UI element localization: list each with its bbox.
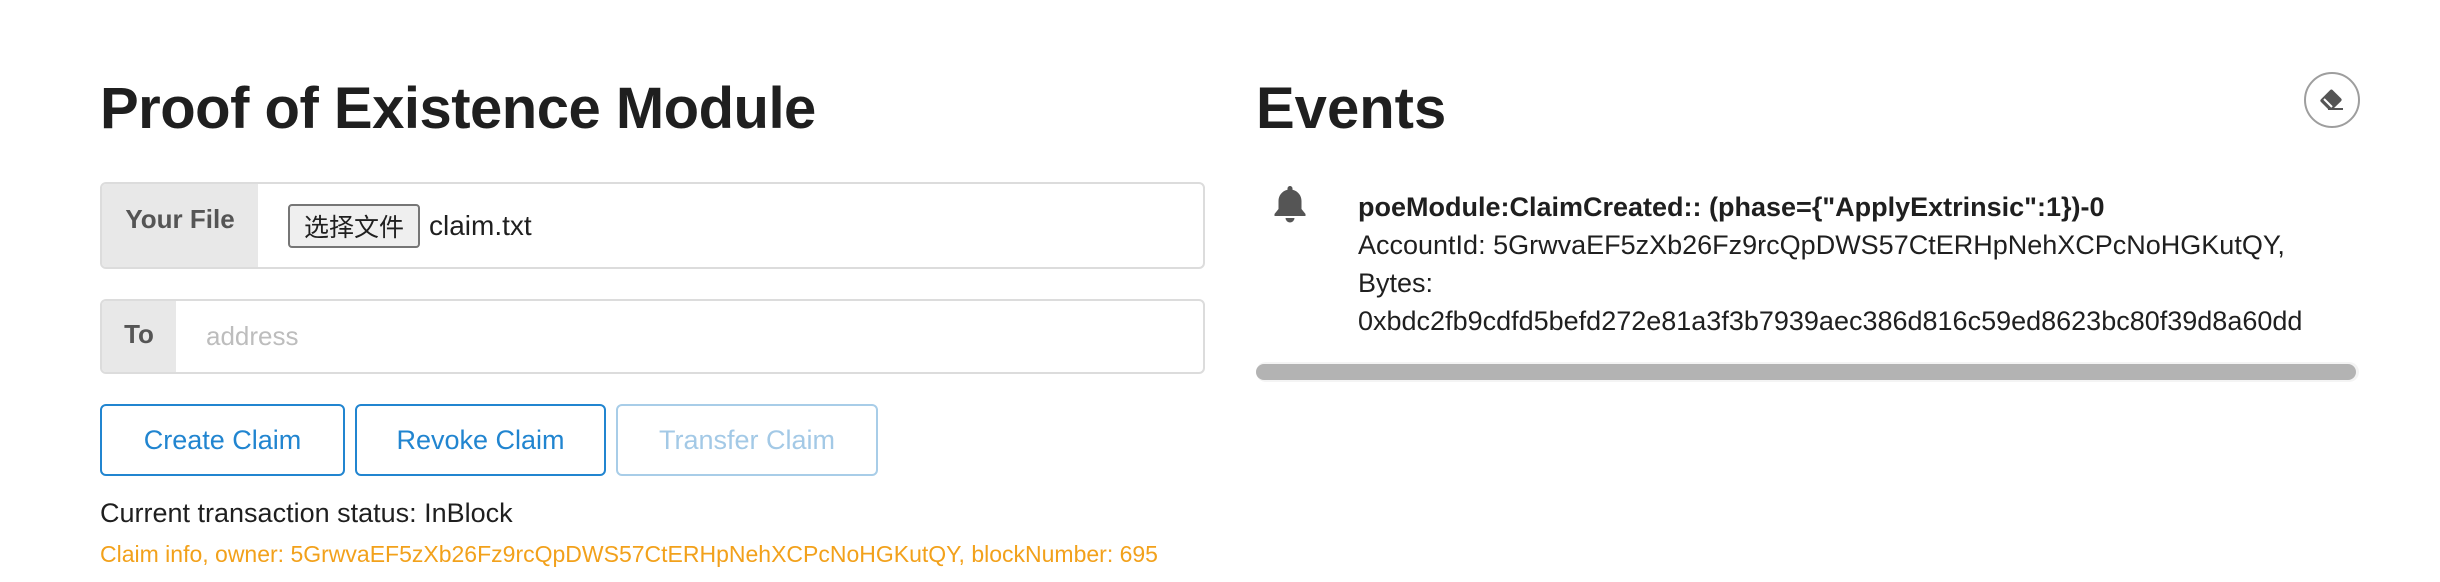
event-title: poeModule:ClaimCreated:: (phase={"ApplyE… [1358, 192, 2105, 222]
events-title: Events [1256, 76, 1447, 141]
create-claim-button[interactable]: Create Claim [100, 404, 345, 476]
to-label: To [102, 301, 176, 372]
revoke-claim-button[interactable]: Revoke Claim [355, 404, 606, 476]
clear-events-button[interactable] [2304, 72, 2360, 128]
claim-buttons: Create Claim Revoke Claim Transfer Claim [100, 404, 1205, 476]
events-panel: Events [1256, 60, 2356, 138]
to-address-input[interactable] [206, 311, 1203, 362]
claim-info: Claim info, owner: 5GrwvaEF5zXb26Fz9rcQp… [100, 541, 1158, 567]
event-content: poeModule:ClaimCreated:: (phase={"ApplyE… [1358, 188, 2359, 340]
events-horizontal-scrollbar[interactable] [1256, 362, 2359, 382]
to-content [176, 301, 1203, 372]
file-name: claim.txt [429, 209, 532, 241]
transaction-status: Current transaction status: InBlock [100, 498, 513, 528]
transfer-claim-button[interactable]: Transfer Claim [616, 404, 878, 476]
choose-file-button[interactable]: 选择文件 [288, 203, 421, 248]
poe-module: Proof of Existence Module Your File 选择文件… [100, 60, 1205, 568]
event-bytes-value: 0xbdc2fb9cdfd5befd272e81a3f3b7939aec386d… [1358, 306, 2303, 336]
poe-title: Proof of Existence Module [100, 76, 816, 141]
file-label: Your File [102, 184, 258, 267]
to-field: To [100, 299, 1205, 374]
event-item: poeModule:ClaimCreated:: (phase={"ApplyE… [1256, 180, 2359, 338]
file-input[interactable]: 选择文件 claim.txt [258, 184, 1203, 267]
eraser-icon [2320, 89, 2343, 110]
scrollbar-thumb[interactable] [1256, 364, 2356, 380]
event-bytes-label: Bytes: [1358, 268, 1434, 298]
bell-icon [1274, 186, 1306, 223]
page: Proof of Existence Module Your File 选择文件… [0, 0, 2440, 582]
event-account: AccountId: 5GrwvaEF5zXb26Fz9rcQpDWS57CtE… [1358, 230, 2285, 260]
file-field: Your File 选择文件 claim.txt [100, 182, 1205, 269]
